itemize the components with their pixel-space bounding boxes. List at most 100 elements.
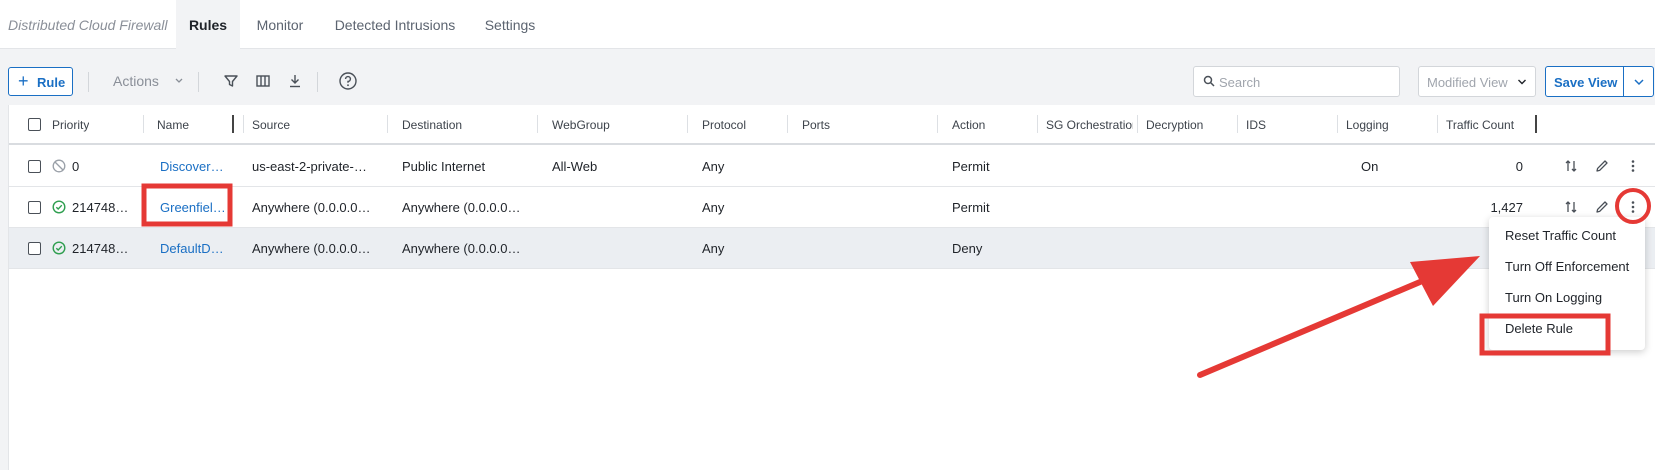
add-rule-label: Rule <box>37 75 66 90</box>
column-header-ids[interactable]: IDS <box>1246 118 1266 132</box>
tab-monitor[interactable]: Monitor <box>250 0 310 49</box>
column-header-action[interactable]: Action <box>952 118 985 132</box>
row-checkbox[interactable] <box>28 201 41 214</box>
enabled-status-icon <box>52 200 66 214</box>
priority-cell: 0 <box>72 159 80 174</box>
traffic-count-cell: 0 <box>1515 159 1523 174</box>
priority-cell: 214748… <box>72 200 129 215</box>
tab-rules[interactable]: Rules <box>176 0 240 49</box>
turn-on-logging-menu-item[interactable]: Turn On Logging <box>1505 290 1602 305</box>
action-cell: Deny <box>952 241 983 256</box>
edit-icon[interactable] <box>1594 199 1610 215</box>
column-resize-handle[interactable] <box>1535 115 1537 133</box>
row-context-menu: Reset Traffic Count Turn Off Enforcement… <box>1489 217 1645 350</box>
save-view-button[interactable]: Save View <box>1545 66 1654 97</box>
tab-settings[interactable]: Settings <box>480 0 540 49</box>
column-header-decryption[interactable]: Decryption <box>1146 118 1203 132</box>
tab-detected-intrusions[interactable]: Detected Intrusions <box>330 0 460 49</box>
toolbar-divider <box>317 72 318 92</box>
search-icon <box>1203 75 1215 87</box>
column-divider[interactable] <box>787 115 788 133</box>
overflow-menu-icon[interactable] <box>1625 158 1641 174</box>
column-divider[interactable] <box>387 115 388 133</box>
chevron-down-icon <box>1518 79 1526 85</box>
column-header-webgroup[interactable]: WebGroup <box>552 118 610 132</box>
filter-icon[interactable] <box>222 72 240 90</box>
enabled-status-icon <box>52 241 66 255</box>
column-divider[interactable] <box>143 115 144 133</box>
toolbar-divider <box>88 72 89 92</box>
actions-dropdown[interactable]: Actions <box>113 73 159 89</box>
overflow-menu-icon[interactable] <box>1625 199 1641 215</box>
add-rule-button[interactable]: + Rule <box>8 67 73 96</box>
column-divider[interactable] <box>1037 115 1038 133</box>
view-select-value: Modified View <box>1427 75 1508 90</box>
protocol-cell: Any <box>702 200 725 215</box>
edit-icon[interactable] <box>1594 158 1610 174</box>
row-checkbox[interactable] <box>28 242 41 255</box>
table-row[interactable]: 214748… DefaultD… Anywhere (0.0.0.0… Any… <box>9 228 1655 269</box>
priority-cell: 214748… <box>72 241 129 256</box>
source-cell: Anywhere (0.0.0.0… <box>252 200 371 215</box>
column-divider[interactable] <box>1137 115 1138 133</box>
reset-traffic-count-menu-item[interactable]: Reset Traffic Count <box>1505 228 1616 243</box>
chevron-down-icon[interactable] <box>1633 76 1645 88</box>
column-divider[interactable] <box>537 115 538 133</box>
toolbar-divider <box>198 72 199 92</box>
rules-table: Priority Name Source Destination WebGrou… <box>8 105 1655 470</box>
delete-rule-menu-item[interactable]: Delete Rule <box>1505 321 1573 336</box>
action-cell: Permit <box>952 159 990 174</box>
rule-name-link[interactable]: Discover… <box>160 159 228 174</box>
column-header-protocol[interactable]: Protocol <box>702 118 746 132</box>
column-header-traffic-count[interactable]: Traffic Count <box>1446 118 1514 132</box>
row-checkbox[interactable] <box>28 160 41 173</box>
search-input[interactable]: Search <box>1193 66 1400 97</box>
app-title: Distributed Cloud Firewall <box>8 17 168 33</box>
column-header-logging[interactable]: Logging <box>1346 118 1389 132</box>
column-divider[interactable] <box>1337 115 1338 133</box>
column-header-destination[interactable]: Destination <box>402 118 462 132</box>
tab-settings-label: Settings <box>484 17 536 33</box>
download-icon[interactable] <box>286 72 304 90</box>
traffic-count-cell: 1,427 <box>1490 200 1523 215</box>
column-header-name[interactable]: Name <box>157 118 189 132</box>
table-row[interactable]: 214748… Greenfiel… Anywhere (0.0.0.0… An… <box>9 187 1655 228</box>
turn-off-enforcement-menu-item[interactable]: Turn Off Enforcement <box>1505 259 1629 274</box>
column-divider[interactable] <box>937 115 938 133</box>
column-divider[interactable] <box>1237 115 1238 133</box>
destination-cell: Anywhere (0.0.0.0… <box>402 200 521 215</box>
view-select[interactable]: Modified View <box>1418 66 1536 97</box>
destination-cell: Public Internet <box>402 159 486 174</box>
save-view-label: Save View <box>1554 75 1618 90</box>
logging-cell: On <box>1361 159 1379 174</box>
table-header: Priority Name Source Destination WebGrou… <box>9 105 1655 145</box>
reorder-icon[interactable] <box>1563 199 1579 215</box>
table-row[interactable]: 0 Discover… us-east-2-private-… Public I… <box>9 146 1655 187</box>
column-divider[interactable] <box>687 115 688 133</box>
source-cell: us-east-2-private-… <box>252 159 367 174</box>
search-placeholder: Search <box>1219 75 1261 90</box>
save-view-divider <box>1623 67 1624 96</box>
column-header-sg-orchestration[interactable]: SG Orchestration <box>1046 118 1133 132</box>
column-header-priority[interactable]: Priority <box>52 118 89 132</box>
plus-icon: + <box>18 71 29 91</box>
column-header-source[interactable]: Source <box>252 118 290 132</box>
source-cell: Anywhere (0.0.0.0… <box>252 241 371 256</box>
webgroup-cell: All-Web <box>552 159 598 174</box>
tab-rules-label: Rules <box>188 17 228 33</box>
columns-icon[interactable] <box>254 72 272 90</box>
protocol-cell: Any <box>702 241 725 256</box>
select-all-checkbox[interactable] <box>28 118 41 131</box>
column-divider[interactable] <box>243 115 244 133</box>
column-header-ports[interactable]: Ports <box>802 118 830 132</box>
chevron-down-icon <box>175 78 183 83</box>
tab-monitor-label: Monitor <box>256 17 304 33</box>
help-icon[interactable] <box>338 71 358 91</box>
rule-name-link[interactable]: Greenfiel… <box>160 200 228 215</box>
rule-name-link[interactable]: DefaultD… <box>160 241 228 256</box>
disabled-status-icon <box>52 159 66 173</box>
destination-cell: Anywhere (0.0.0.0… <box>402 241 521 256</box>
column-divider[interactable] <box>1437 115 1438 133</box>
reorder-icon[interactable] <box>1563 158 1579 174</box>
column-resize-handle[interactable] <box>232 115 234 133</box>
